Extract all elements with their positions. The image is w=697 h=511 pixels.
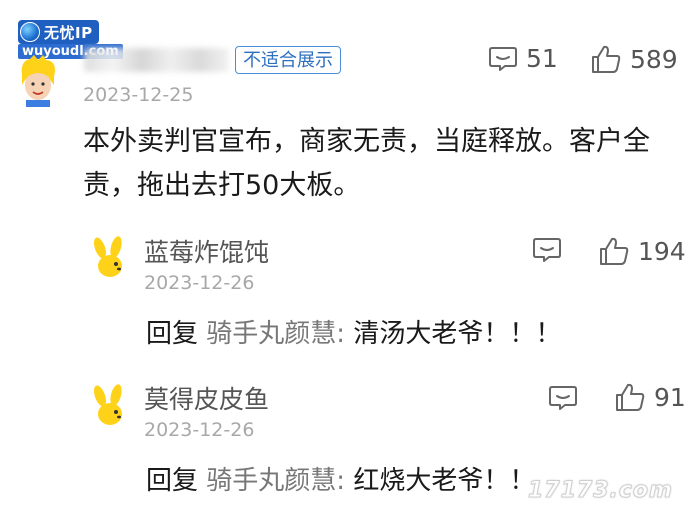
comment-icon [549, 386, 577, 410]
comment-text: 本外卖判官宣布，商家无责，当庭释放。客户全责，拖出去打50大板。 [83, 126, 650, 201]
reply-like-count: 91 [654, 382, 686, 412]
thumbs-up-icon [592, 45, 621, 73]
thumbs-up-icon [616, 383, 645, 411]
reply-target[interactable]: 骑手丸颜慧: [206, 466, 345, 496]
watermark-brand: 无忧IP [44, 23, 93, 42]
reply-count-button[interactable]: 51 [488, 44, 558, 73]
reply-date: 2023-12-26 [144, 272, 255, 294]
bunny-avatar-icon [93, 384, 122, 425]
reply-like-button[interactable]: 91 [614, 382, 686, 412]
reply-message: 红烧大老爷！！ [353, 466, 536, 496]
reply-avatar[interactable] [92, 236, 126, 280]
reply-avatar[interactable] [92, 384, 126, 428]
user-avatar-icon [21, 55, 56, 107]
globe-icon [20, 22, 40, 42]
unsuitable-badge: 不适合展示 [235, 46, 341, 74]
reply-username[interactable]: 莫得皮皮鱼 [144, 380, 269, 416]
reply-count: 51 [526, 44, 558, 73]
reply-content: 回复 骑手丸颜慧: 清汤大老爷！！！ [146, 313, 561, 350]
thumbs-up-icon [600, 237, 629, 265]
reply-content: 回复 骑手丸颜慧: 红烧大老爷！！ [146, 460, 535, 497]
comment-icon [533, 238, 561, 262]
reply-label: 回复 [146, 466, 199, 496]
watermark-site: 17173.com [528, 478, 673, 504]
reply-comment-button[interactable] [532, 236, 562, 264]
reply-date: 2023-12-26 [144, 419, 255, 441]
watermark-badge: 无忧IP [18, 20, 99, 44]
like-button[interactable]: 589 [590, 44, 678, 74]
comment-date: 2023-12-25 [83, 84, 194, 106]
like-count: 589 [630, 44, 678, 74]
reply-like-button[interactable]: 194 [598, 236, 686, 266]
reply-comment-button[interactable] [548, 384, 578, 412]
reply-label: 回复 [146, 319, 199, 349]
comment-icon [489, 46, 517, 71]
reply-target[interactable]: 骑手丸颜慧: [206, 319, 345, 349]
reply-message: 清汤大老爷！！！ [353, 319, 562, 349]
username-blurred [84, 48, 229, 72]
reply-username[interactable]: 蓝莓炸馄饨 [144, 233, 269, 269]
avatar[interactable] [16, 55, 60, 107]
bunny-avatar-icon [93, 236, 122, 277]
reply-like-count: 194 [638, 236, 686, 266]
